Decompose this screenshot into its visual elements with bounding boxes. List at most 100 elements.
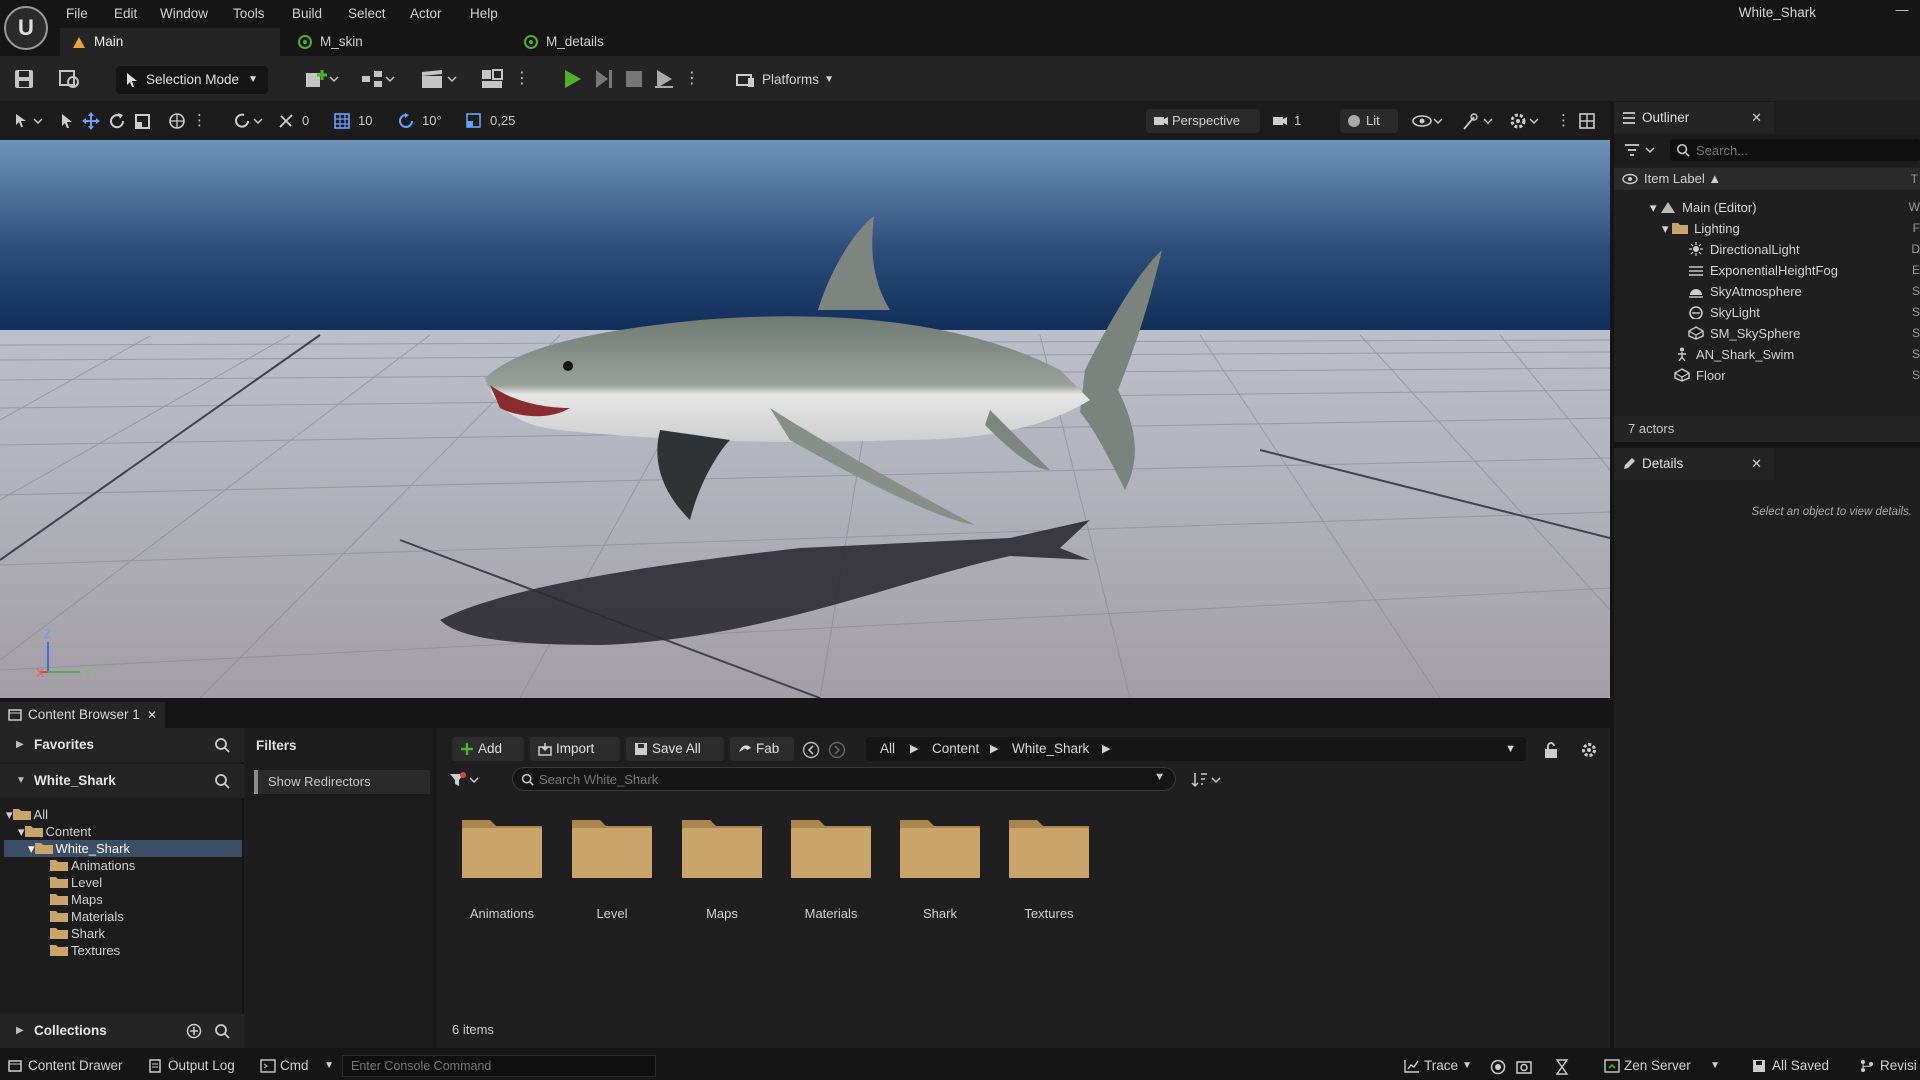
search-icon[interactable] xyxy=(214,1023,230,1039)
screenshot-icon[interactable] xyxy=(1516,1059,1532,1075)
chevron-right-icon[interactable]: ▶ xyxy=(1102,737,1110,761)
outliner-row-an-shark-swim[interactable]: AN_Shark_Swim S xyxy=(1674,344,1920,365)
menu-actor[interactable]: Actor xyxy=(410,4,442,24)
platforms-dropdown[interactable]: Platforms ▼ xyxy=(736,66,846,94)
menu-select[interactable]: Select xyxy=(348,4,386,24)
tree-item-animations[interactable]: Animations xyxy=(50,857,135,874)
outliner-row-exponential-height-fog[interactable]: ExponentialHeightFog E xyxy=(1688,260,1920,281)
show-redirectors-filter[interactable]: Show Redirectors xyxy=(254,770,430,794)
browse-icon[interactable] xyxy=(58,68,82,90)
transform-tool-icon[interactable] xyxy=(12,111,46,131)
outliner-row-lighting[interactable]: ▾ Lighting F xyxy=(1662,218,1920,239)
viewport-more-icon[interactable]: ⋮ xyxy=(1556,111,1571,131)
transform-more-icon[interactable]: ⋮ xyxy=(192,111,207,131)
all-saved-button[interactable]: All Saved xyxy=(1752,1056,1829,1076)
menu-build[interactable]: Build xyxy=(292,4,322,24)
tree-item-maps[interactable]: Maps xyxy=(50,891,103,908)
grid-snap[interactable]: 10 xyxy=(334,111,386,131)
save-all-button[interactable]: Save All xyxy=(626,737,724,761)
play-options-icon[interactable]: ⋮ xyxy=(684,68,700,90)
outliner-row-directional-light[interactable]: DirectionalLight D xyxy=(1688,239,1920,260)
close-icon[interactable]: ✕ xyxy=(1751,102,1762,134)
forward-icon[interactable] xyxy=(828,741,846,759)
search-icon[interactable] xyxy=(214,773,230,789)
back-icon[interactable] xyxy=(802,741,820,759)
move-icon[interactable] xyxy=(82,111,100,131)
outliner-row-sm-skysphere[interactable]: SM_SkySphere S xyxy=(1688,323,1920,344)
modes-icon[interactable] xyxy=(480,68,504,90)
scale-snap[interactable]: 0,25 xyxy=(466,111,530,131)
save-icon[interactable] xyxy=(12,68,36,90)
chevron-down-icon[interactable]: ▼ xyxy=(1154,771,1165,783)
tree-item-materials[interactable]: Materials xyxy=(50,908,124,925)
asset-folder-textures[interactable]: Textures xyxy=(999,816,1099,926)
viewport-settings-icon[interactable] xyxy=(1508,111,1540,131)
lock-icon[interactable] xyxy=(1542,741,1560,759)
chevron-right-icon[interactable]: ▶ xyxy=(990,737,998,761)
show-flags-icon[interactable] xyxy=(1412,111,1444,131)
breadcrumb-content[interactable]: Content xyxy=(932,737,979,761)
viewport-scene[interactable]: Z X Y xyxy=(0,140,1610,698)
play-icon[interactable] xyxy=(560,68,584,90)
item-label-column[interactable]: Item Label ▲ xyxy=(1644,171,1721,186)
import-button[interactable]: Import xyxy=(530,737,620,761)
filter-icon[interactable] xyxy=(448,771,482,789)
details-tab[interactable]: Details ✕ xyxy=(1614,448,1774,480)
favorites-header[interactable]: ▶ Favorites xyxy=(0,728,244,762)
visibility-eye-icon[interactable] xyxy=(1622,173,1638,185)
asset-folder-materials[interactable]: Materials xyxy=(781,816,881,926)
sort-icon[interactable] xyxy=(1190,771,1224,789)
outliner-row-sky-light[interactable]: SkyLight S xyxy=(1688,302,1920,323)
derived-data-icon[interactable] xyxy=(1554,1059,1570,1075)
tree-item-white-shark[interactable]: ▾ White_Shark xyxy=(28,840,130,857)
outliner-row-floor[interactable]: Floor S xyxy=(1674,365,1920,386)
add-collection-icon[interactable] xyxy=(186,1023,202,1039)
settings-icon[interactable] xyxy=(1580,741,1598,759)
blueprint-icon[interactable] xyxy=(360,68,396,90)
outliner-row-main-editor[interactable]: ▾ Main (Editor) W xyxy=(1650,197,1920,218)
selection-mode-dropdown[interactable]: Selection Mode ▼ xyxy=(116,66,268,94)
level-viewport[interactable]: ⋮ 0 10 10° 0,25 Perspective 1 Lit ⋮ Z X … xyxy=(0,102,1610,698)
output-log-button[interactable]: Output Log xyxy=(148,1056,235,1076)
cinematics-icon[interactable] xyxy=(420,68,458,90)
close-icon[interactable]: ✕ xyxy=(147,702,157,728)
tree-item-textures[interactable]: Textures xyxy=(50,942,120,959)
lit-dropdown[interactable]: Lit xyxy=(1340,109,1398,133)
outliner-column-header[interactable]: Item Label ▲ T xyxy=(1614,168,1920,190)
rotation-snap[interactable]: 10° xyxy=(398,111,458,131)
close-icon[interactable]: ✕ xyxy=(1751,448,1762,480)
outliner-row-sky-atmosphere[interactable]: SkyAtmosphere S xyxy=(1688,281,1920,302)
tree-item-level[interactable]: Level xyxy=(50,874,102,891)
breadcrumb-white-shark[interactable]: White_Shark xyxy=(1012,737,1089,761)
rotate-icon[interactable] xyxy=(108,111,126,131)
tab-m-skin[interactable]: M_skin xyxy=(286,28,506,56)
select-icon[interactable] xyxy=(58,111,76,131)
project-section-header[interactable]: ▼ White_Shark xyxy=(0,764,244,798)
perspective-dropdown[interactable]: Perspective xyxy=(1146,109,1260,133)
surface-snap-icon[interactable] xyxy=(234,111,264,131)
menu-window[interactable]: Window xyxy=(160,4,208,24)
tree-item-shark[interactable]: Shark xyxy=(50,925,105,942)
tree-item-all[interactable]: ▾ All xyxy=(6,806,48,823)
trace-dropdown[interactable]: Trace ▼ xyxy=(1404,1056,1472,1076)
skip-forward-icon[interactable] xyxy=(592,68,616,90)
chevron-right-icon[interactable]: ▶ xyxy=(910,737,918,761)
content-browser-tab[interactable]: Content Browser 1 ✕ xyxy=(0,702,165,728)
record-icon[interactable] xyxy=(1490,1059,1506,1075)
tab-m-details[interactable]: M_details xyxy=(512,28,732,56)
fab-button[interactable]: Fab xyxy=(730,737,794,761)
asset-folder-maps[interactable]: Maps xyxy=(672,816,772,926)
tab-main[interactable]: Main xyxy=(60,28,280,56)
asset-folder-level[interactable]: Level xyxy=(562,816,662,926)
breadcrumb-all[interactable]: All xyxy=(880,737,895,761)
tree-item-content[interactable]: ▾ Content xyxy=(18,823,91,840)
zen-server-dropdown[interactable]: Zen Server ▼ xyxy=(1604,1056,1720,1076)
layout-icon[interactable] xyxy=(1578,111,1596,131)
content-drawer-button[interactable]: Content Drawer xyxy=(8,1056,123,1076)
asset-folder-animations[interactable]: Animations xyxy=(452,816,552,926)
world-space-icon[interactable] xyxy=(168,111,186,131)
menu-edit[interactable]: Edit xyxy=(114,4,137,24)
more-options-icon[interactable]: ⋮ xyxy=(514,68,530,90)
type-column[interactable]: T xyxy=(1911,168,1918,190)
menu-file[interactable]: File xyxy=(66,4,88,24)
